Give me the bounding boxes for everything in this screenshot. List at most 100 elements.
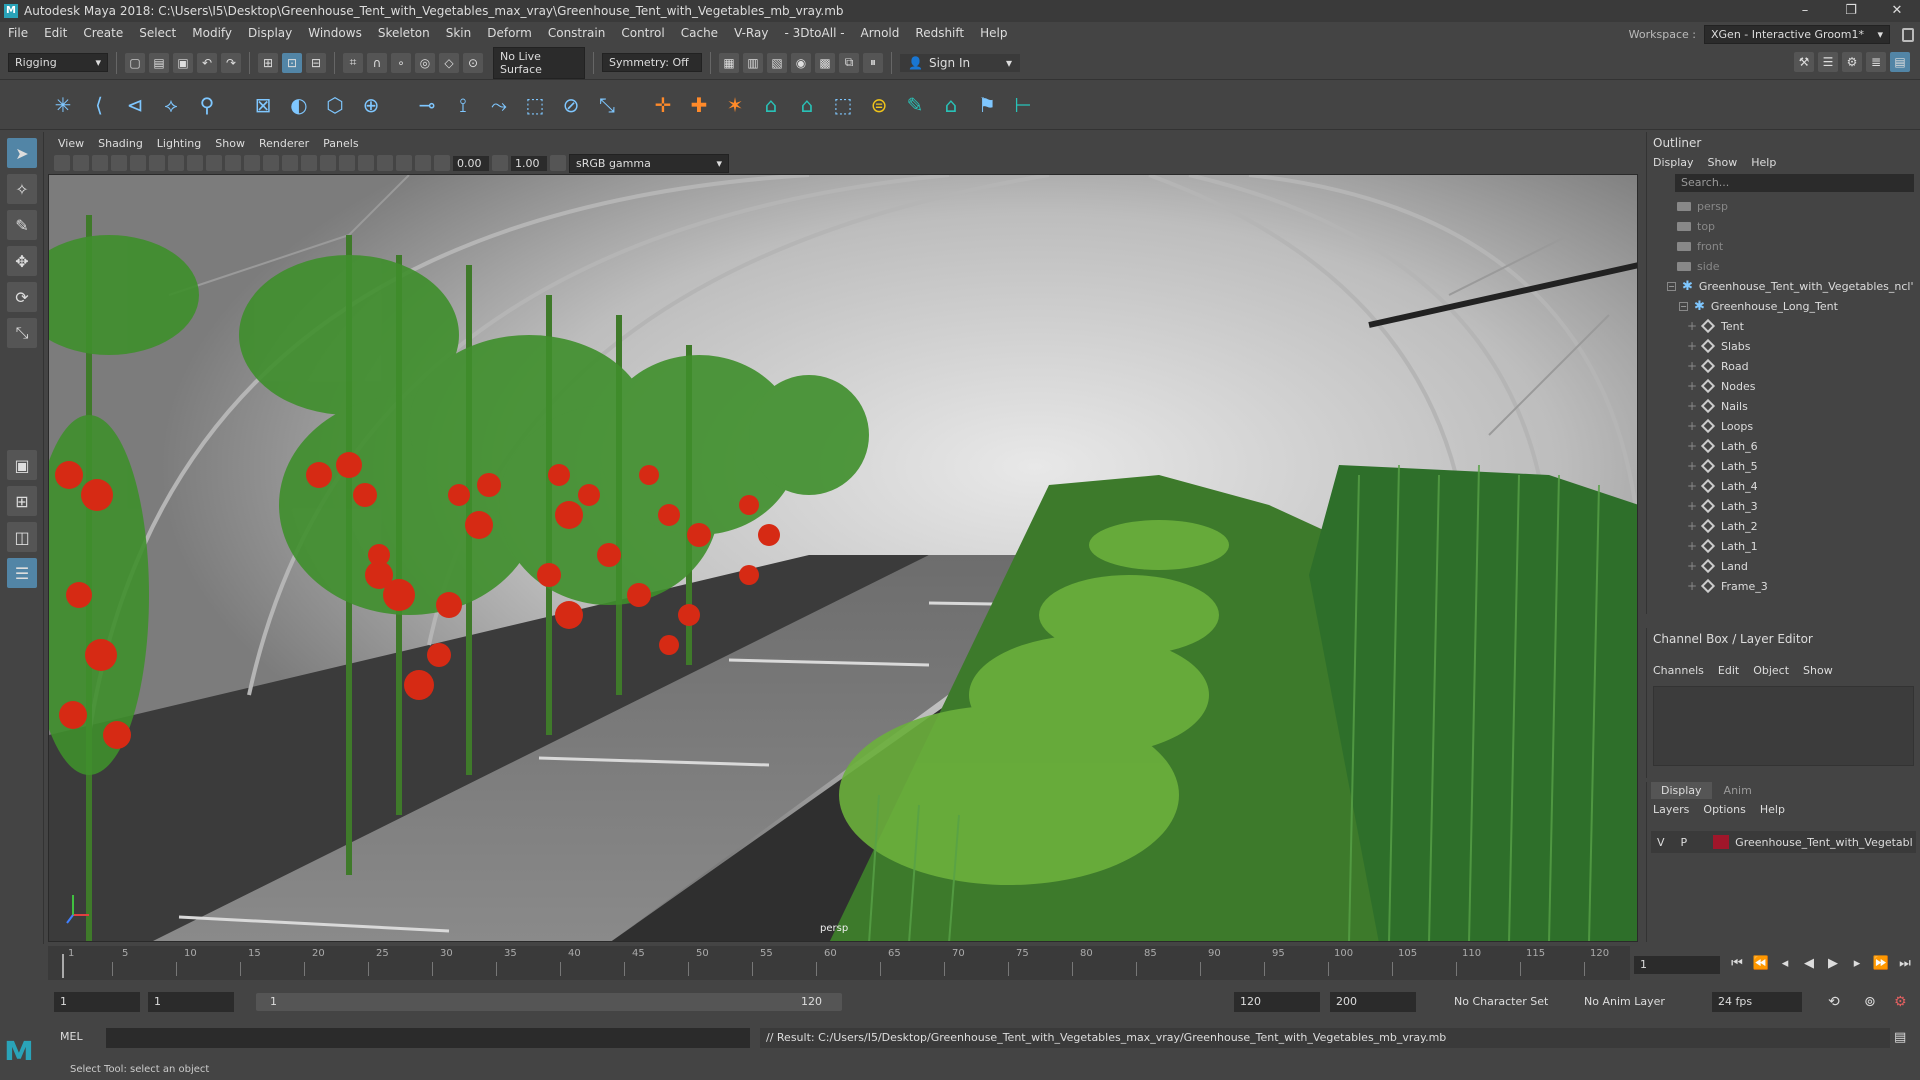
outliner-item-lath-6[interactable]: + Lath_6	[1647, 436, 1920, 456]
bind-skin-icon[interactable]: ⟡	[158, 92, 184, 118]
menu-arnold[interactable]: Arnold	[853, 26, 908, 40]
menu-display[interactable]: Display	[240, 26, 300, 40]
menu-edit[interactable]: Edit	[36, 26, 75, 40]
symmetry-dropdown[interactable]: Symmetry: Off	[602, 53, 702, 72]
menu-control[interactable]: Control	[613, 26, 672, 40]
maximize-button[interactable]: ❐	[1828, 0, 1874, 22]
select-object-icon[interactable]: ⊡	[282, 52, 302, 73]
resolution-gate-icon[interactable]	[149, 155, 165, 171]
outliner-item-road[interactable]: + Road	[1647, 356, 1920, 376]
outliner-item-front[interactable]: front	[1647, 236, 1920, 256]
gamma-icon[interactable]	[492, 155, 508, 171]
anti-alias-icon[interactable]	[358, 155, 374, 171]
outliner-item-lath-3[interactable]: + Lath_3	[1647, 496, 1920, 516]
channel-menu-edit[interactable]: Edit	[1718, 664, 1739, 677]
outliner-item-loops[interactable]: + Loops	[1647, 416, 1920, 436]
blendshape-icon[interactable]: ⊜	[866, 92, 892, 118]
viewport-menu-show[interactable]: Show	[211, 137, 249, 150]
script-editor-icon[interactable]: ▤	[1894, 1030, 1906, 1045]
outliner-toggle-icon[interactable]: ▤	[1890, 52, 1910, 72]
textured-icon[interactable]	[263, 155, 279, 171]
go-to-end-icon[interactable]: ⏭	[1896, 956, 1914, 971]
four-view-icon[interactable]: ⊞	[7, 486, 37, 516]
shadows-icon[interactable]	[301, 155, 317, 171]
viewport-menu-lighting[interactable]: Lighting	[153, 137, 205, 150]
color-space-dropdown[interactable]: sRGB gamma ▾	[569, 153, 729, 173]
expand-icon[interactable]: +	[1687, 379, 1699, 393]
snap-view-icon[interactable]: ◎	[415, 52, 435, 73]
skeleton-mirror-icon[interactable]: ⚲	[194, 92, 220, 118]
select-tool-icon[interactable]: ➤	[7, 138, 37, 168]
expand-icon[interactable]: +	[1687, 579, 1699, 593]
align-icon[interactable]: ⊢	[1010, 92, 1036, 118]
exposure-field[interactable]: 0.00	[453, 155, 489, 171]
outliner-item-land[interactable]: + Land	[1647, 556, 1920, 576]
outliner-item-slabs[interactable]: + Slabs	[1647, 336, 1920, 356]
menu-cache[interactable]: Cache	[673, 26, 726, 40]
render-view-icon[interactable]: ▥	[743, 52, 763, 73]
playhead[interactable]	[62, 954, 64, 978]
expand-icon[interactable]: +	[1687, 459, 1699, 473]
tab-display[interactable]: Display	[1651, 782, 1712, 799]
lattice-icon[interactable]: ◐	[286, 92, 312, 118]
viewport-menu-view[interactable]: View	[54, 137, 88, 150]
locator-icon[interactable]: ✛	[650, 92, 676, 118]
time-slider[interactable]: 1 5 10 15 20 25 30 35 40 45 50 55 60 65 …	[48, 946, 1630, 980]
channel-box-icon[interactable]: ≣	[1866, 52, 1886, 72]
menu-constrain[interactable]: Constrain	[540, 26, 614, 40]
film-gate-icon[interactable]	[130, 155, 146, 171]
smooth-shade-icon[interactable]	[244, 155, 260, 171]
constraint-scale-icon[interactable]: ⬚	[522, 92, 548, 118]
new-scene-icon[interactable]: ▢	[125, 52, 145, 73]
outliner-item-side[interactable]: side	[1647, 256, 1920, 276]
joint-tool-icon[interactable]: ✳	[50, 92, 76, 118]
move-tool-icon[interactable]: ✥	[7, 246, 37, 276]
save-scene-icon[interactable]: ▣	[173, 52, 193, 73]
exposure-icon[interactable]	[434, 155, 450, 171]
wireframe-icon[interactable]	[225, 155, 241, 171]
play-backwards-icon[interactable]: ◀	[1800, 956, 1818, 971]
field-chart-icon[interactable]	[187, 155, 203, 171]
render-frame-icon[interactable]: ▦	[719, 52, 739, 73]
menu-redshift[interactable]: Redshift	[907, 26, 972, 40]
wrap-deformer-icon[interactable]: ⊕	[358, 92, 384, 118]
hik-character-icon[interactable]: ⌂	[758, 92, 784, 118]
outliner-item-top[interactable]: top	[1647, 216, 1920, 236]
render-sequence-icon[interactable]: ⧉	[839, 52, 859, 73]
outliner-item-tent[interactable]: + Tent	[1647, 316, 1920, 336]
redo-icon[interactable]: ↷	[221, 52, 241, 73]
close-button[interactable]: ✕	[1874, 0, 1920, 22]
outliner-item-nodes[interactable]: + Nodes	[1647, 376, 1920, 396]
workspace-dropdown[interactable]: XGen - Interactive Groom1* ▾	[1704, 25, 1890, 44]
display-layer-row[interactable]: V P Greenhouse_Tent_with_Vegetabl	[1651, 831, 1916, 853]
two-view-icon[interactable]: ◫	[7, 522, 37, 552]
select-component-icon[interactable]: ⊟	[306, 52, 326, 73]
xray-joints-icon[interactable]	[415, 155, 431, 171]
range-bar[interactable]: 1 120	[256, 993, 842, 1011]
range-start-field[interactable]: 1	[54, 992, 140, 1012]
attribute-editor-icon[interactable]: ☰	[1818, 52, 1838, 72]
hik-control-icon[interactable]: ⌂	[794, 92, 820, 118]
empty-slot-icon[interactable]: ⬚	[830, 92, 856, 118]
fps-dropdown[interactable]: 24 fps	[1712, 992, 1802, 1012]
outliner-search-input[interactable]: Search...	[1675, 174, 1914, 192]
play-forwards-icon[interactable]: ▶	[1824, 956, 1842, 971]
step-forward-frame-icon[interactable]: ▸	[1848, 956, 1866, 971]
tab-anim[interactable]: Anim	[1714, 782, 1762, 799]
safe-action-icon[interactable]	[206, 155, 222, 171]
undo-icon[interactable]: ↶	[197, 52, 217, 73]
outliner-item-frame-3[interactable]: + Frame_3	[1647, 576, 1920, 596]
pin-icon[interactable]: ⚑	[974, 92, 1000, 118]
outliner-item-lath-4[interactable]: + Lath_4	[1647, 476, 1920, 496]
lights-icon[interactable]	[282, 155, 298, 171]
range-end-field[interactable]: 200	[1330, 992, 1416, 1012]
outliner-item-persp[interactable]: persp	[1647, 196, 1920, 216]
menu-create[interactable]: Create	[75, 26, 131, 40]
paint-select-icon[interactable]: ✎	[7, 210, 37, 240]
channel-menu-object[interactable]: Object	[1753, 664, 1789, 677]
locator-constraint-icon[interactable]: ✚	[686, 92, 712, 118]
gate-mask-icon[interactable]	[168, 155, 184, 171]
camera-attributes-icon[interactable]	[54, 155, 70, 171]
mel-label[interactable]: MEL	[60, 1030, 83, 1043]
collapse-icon[interactable]: −	[1679, 301, 1688, 311]
